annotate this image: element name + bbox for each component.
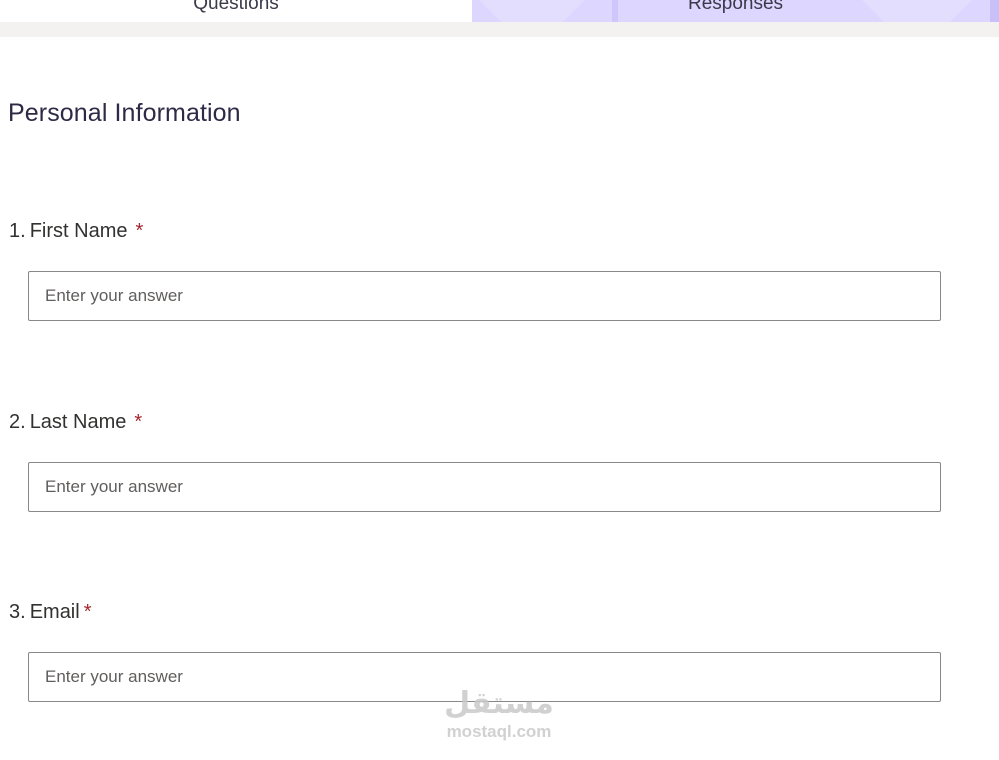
tab-decoration — [612, 0, 618, 22]
header-divider — [0, 22, 999, 37]
tab-decoration — [990, 0, 999, 22]
first-name-input[interactable] — [28, 271, 941, 321]
question-label: 2. Last Name * — [9, 411, 142, 434]
section-title: Personal Information — [8, 99, 241, 127]
question-number: 2. — [9, 411, 26, 433]
tab-questions-label: Questions — [193, 0, 279, 14]
tab-decoration — [475, 0, 589, 22]
question-number: 1. — [9, 220, 26, 242]
required-asterisk: * — [134, 411, 143, 433]
required-asterisk: * — [83, 601, 92, 623]
question-number: 3. — [9, 601, 26, 623]
question-label: 3. Email * — [9, 601, 92, 624]
question-text: First Name — [29, 220, 128, 242]
tab-questions[interactable]: Questions — [0, 0, 472, 22]
tab-decoration — [853, 0, 981, 22]
tab-bar: Questions Responses — [0, 0, 999, 22]
question-text: Email — [29, 601, 80, 623]
question-text: Last Name — [29, 411, 127, 433]
last-name-input[interactable] — [28, 462, 941, 512]
tab-responses-label: Responses — [687, 0, 784, 14]
email-input[interactable] — [28, 652, 941, 702]
question-label: 1. First Name * — [9, 220, 143, 243]
form-page: Questions Responses Personal Information… — [0, 0, 999, 760]
required-asterisk: * — [135, 220, 144, 242]
watermark-latin: mostaql.com — [446, 722, 552, 741]
tab-responses[interactable]: Responses — [472, 0, 999, 22]
